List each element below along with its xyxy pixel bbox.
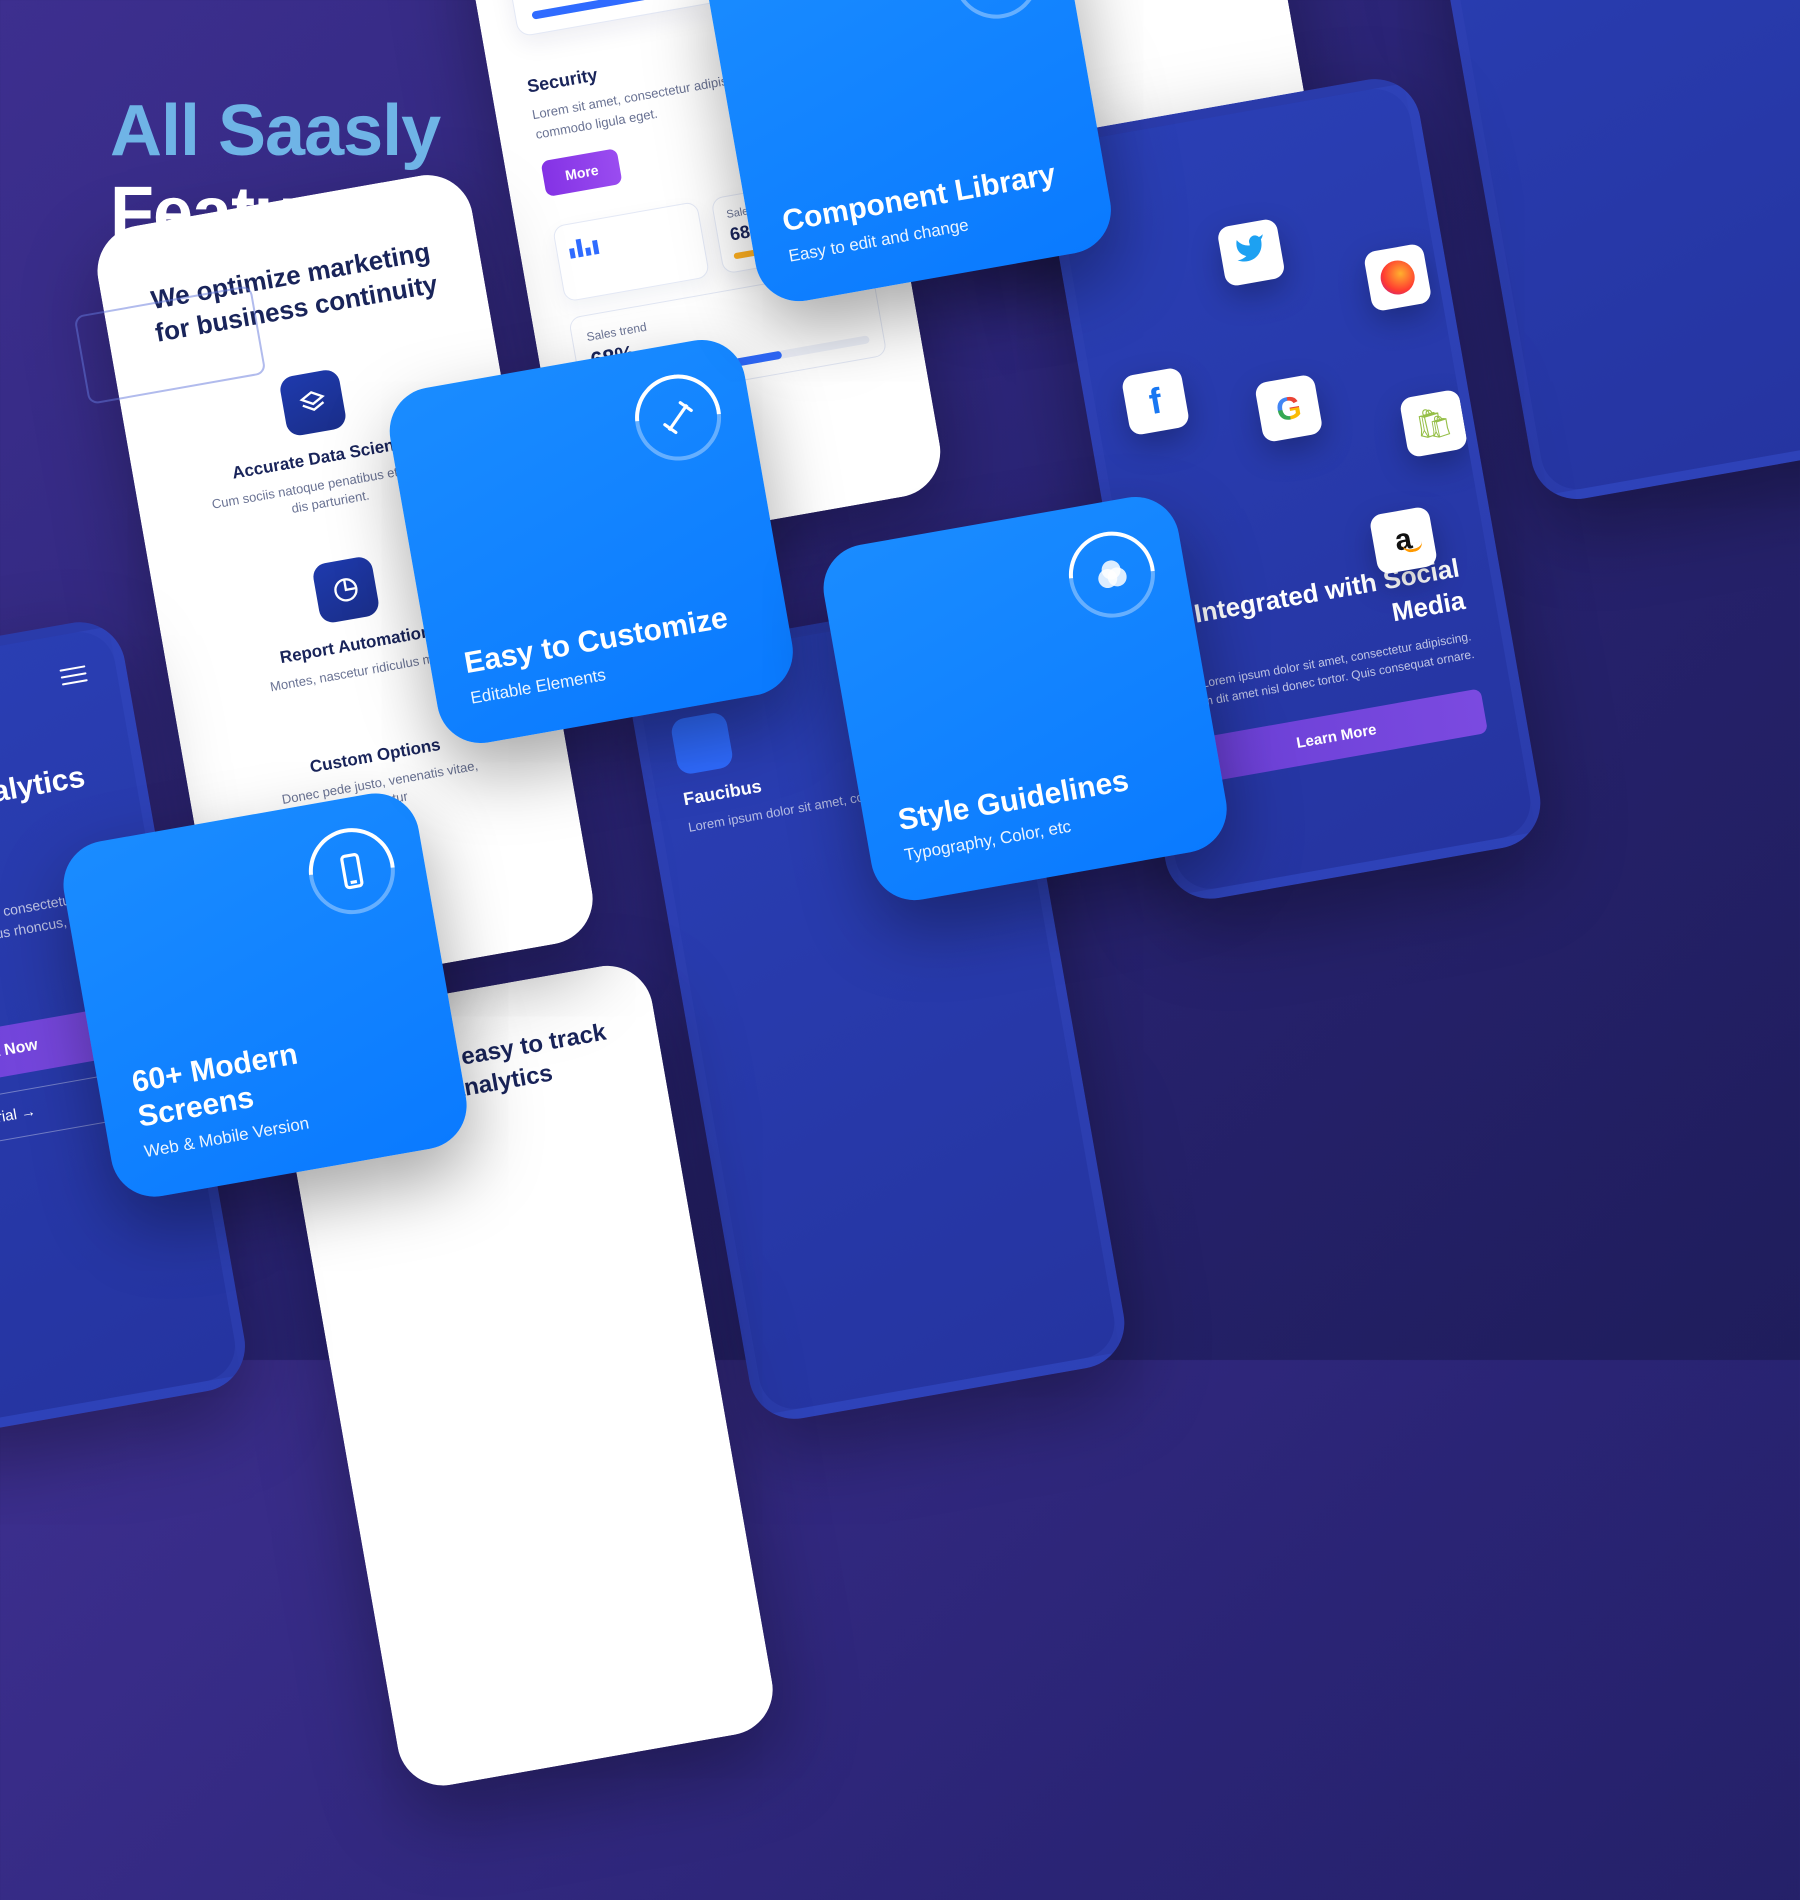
facebook-icon: f: [1121, 367, 1191, 437]
page-headline: All Saasly Features: [110, 90, 440, 254]
venn-icon: [1062, 525, 1162, 625]
twitter-icon: [1216, 218, 1286, 288]
feature-card-library: Component Library Easy to edit and chang…: [701, 0, 1118, 308]
headline-line-2: Features: [110, 172, 440, 254]
more-button[interactable]: More: [541, 148, 624, 197]
google-icon: G: [1254, 374, 1324, 444]
feature-card-style: Style Guidelines Typography, Color, etc: [817, 490, 1234, 907]
headline-line-1: All Saasly: [110, 90, 440, 172]
feature-card-screens: 60+ Modern Screens Web & Mobile Version: [57, 787, 474, 1204]
phone-icon: [302, 821, 402, 921]
shopify-icon: 🛍: [1399, 389, 1469, 459]
layers-icon: [278, 368, 348, 438]
mini-stat-card: [552, 201, 710, 302]
components-icon: [946, 0, 1046, 25]
feature-chip-icon: [670, 711, 735, 776]
hamburger-menu-icon[interactable]: [59, 665, 87, 685]
magic-wand-icon: [628, 368, 728, 468]
amazon-icon: a: [1369, 506, 1439, 576]
feature-card-customize: Easy to Customize Editable Elements: [383, 333, 800, 750]
pie-chart-icon: [311, 555, 381, 625]
firefox-icon: [1363, 243, 1433, 313]
